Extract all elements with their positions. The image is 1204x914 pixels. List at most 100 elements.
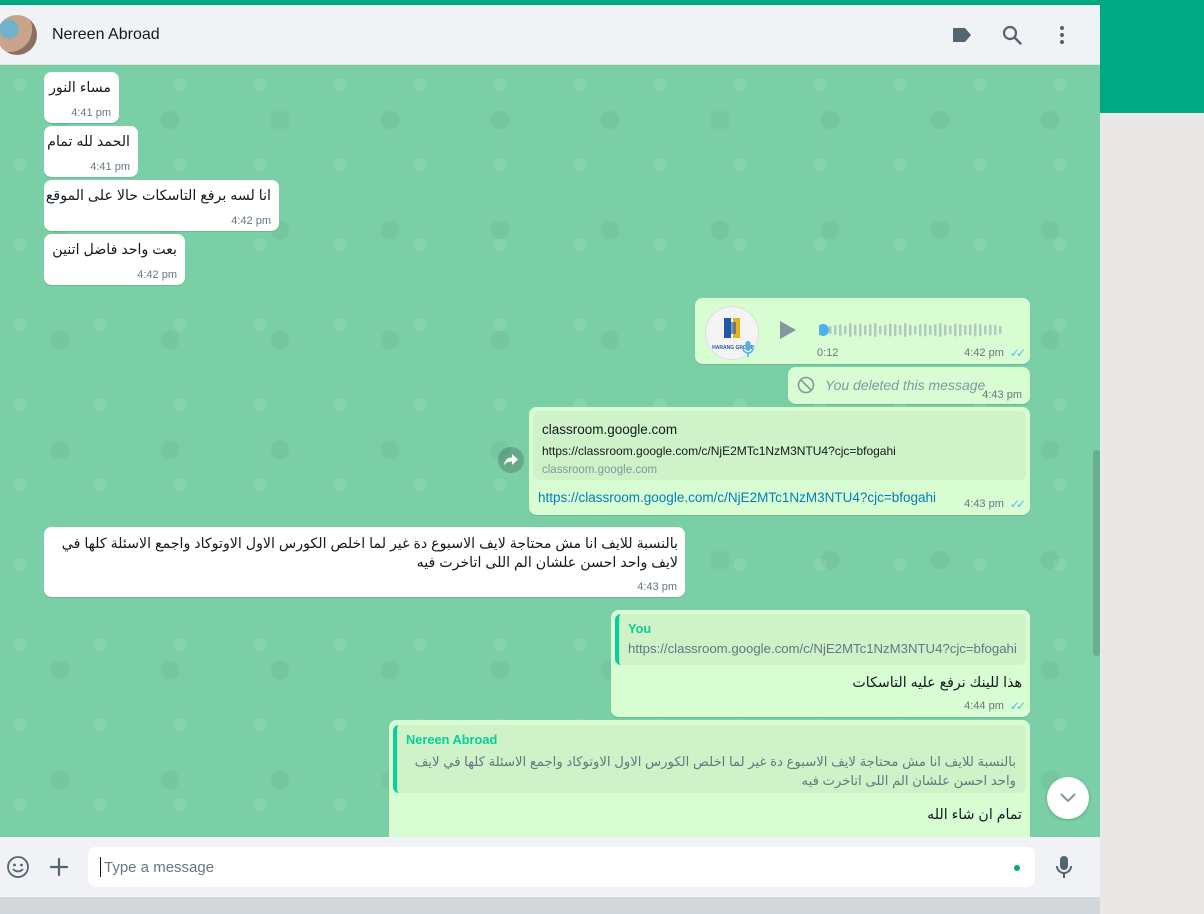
- reply-message[interactable]: You https://classroom.google.com/c/NjE2M…: [611, 610, 1030, 717]
- play-button[interactable]: [777, 319, 799, 341]
- chevron-down-icon: [1060, 793, 1076, 803]
- forward-button[interactable]: [498, 447, 524, 473]
- menu-icon[interactable]: [1050, 23, 1074, 47]
- message-text: هذا للينك نرفع عليه التاسكات: [852, 675, 1022, 691]
- waveform-bar: [929, 325, 932, 335]
- message-incoming[interactable]: انا لسه برفع التاسكات حالا على الموقع 4:…: [44, 180, 279, 231]
- quoted-message[interactable]: Nereen Abroad بالنسبة للايف انا مش محتاج…: [393, 725, 1026, 793]
- message-incoming[interactable]: الحمد لله تمام 4:41 pm: [44, 126, 138, 177]
- waveform-bar: [874, 323, 877, 337]
- header-actions: [950, 5, 1074, 65]
- message-status: 4:42 pm ✓✓: [964, 346, 1026, 360]
- message-text: بالنسبة للايف انا مش محتاجة لايف الاسبوع…: [61, 536, 678, 571]
- scroll-down-button[interactable]: [1047, 777, 1089, 819]
- waveform-bar: [974, 323, 977, 337]
- link-preview-url: https://classroom.google.com/c/NjE2MTc1N…: [542, 444, 896, 458]
- message-list[interactable]: مساء النور 4:41 pm الحمد لله تمام 4:41 p…: [0, 65, 1100, 837]
- waveform-bar: [864, 325, 867, 335]
- message-time: 4:42 pm: [137, 269, 177, 281]
- chat-header[interactable]: Nereen Abroad: [0, 5, 1100, 65]
- waveform-bar: [829, 326, 832, 334]
- message-status: 4:44 pm ✓✓: [964, 699, 1026, 713]
- background-accent: [1100, 0, 1204, 113]
- waveform-bar: [909, 324, 912, 336]
- waveform-bar: [979, 324, 982, 336]
- forward-icon: [504, 454, 518, 466]
- message-text: الحمد لله تمام: [47, 134, 130, 150]
- voice-waveform[interactable]: [817, 322, 1009, 338]
- scrollbar[interactable]: [1093, 450, 1100, 656]
- deleted-icon: [797, 376, 815, 394]
- attach-button[interactable]: [47, 855, 71, 879]
- message-time: 4:44 pm: [964, 700, 1004, 712]
- waveform-bar: [954, 323, 957, 337]
- link-preview[interactable]: classroom.google.com https://classroom.g…: [533, 411, 1026, 480]
- link-message[interactable]: classroom.google.com https://classroom.g…: [529, 407, 1030, 515]
- message-time: 4:41 pm: [90, 161, 130, 173]
- waveform-bar: [889, 323, 892, 337]
- waveform-bar: [839, 324, 842, 336]
- waveform-bar: [894, 324, 897, 336]
- voice-message[interactable]: HARANG GROUP 0:12 4:42 pm ✓✓: [695, 298, 1030, 364]
- waveform-bar: [849, 323, 852, 337]
- waveform-bar: [854, 324, 857, 336]
- waveform-bar: [939, 323, 942, 337]
- waveform-bar: [964, 325, 967, 335]
- deleted-text: You deleted this message: [825, 377, 986, 393]
- message-time: 4:43 pm: [964, 498, 1004, 510]
- message-input[interactable]: [88, 847, 1035, 887]
- composer: [0, 837, 1100, 897]
- message-incoming[interactable]: بعت واحد فاضل اتنين 4:42 pm: [44, 234, 185, 285]
- message-time: 4:42 pm: [964, 347, 1004, 359]
- status-dot: [1014, 865, 1020, 871]
- waveform-bar: [919, 324, 922, 336]
- waveform-bar: [969, 324, 972, 336]
- message-incoming[interactable]: مساء النور 4:41 pm: [44, 72, 119, 123]
- waveform-bar: [949, 325, 952, 335]
- quoted-message[interactable]: You https://classroom.google.com/c/NjE2M…: [615, 614, 1026, 665]
- message-incoming[interactable]: بالنسبة للايف انا مش محتاجة لايف الاسبوع…: [44, 527, 685, 597]
- voice-record-button[interactable]: [1052, 855, 1076, 879]
- waveform-bar: [899, 325, 902, 335]
- waveform-bar: [989, 324, 992, 336]
- message-time: 4:42 pm: [231, 215, 271, 227]
- message-text: تمام ان شاء الله: [927, 807, 1022, 823]
- bottom-bar: [0, 897, 1100, 914]
- waveform-bar: [904, 323, 907, 337]
- quoted-text: بالنسبة للايف انا مش محتاجة لايف الاسبوع…: [414, 754, 1016, 788]
- play-icon: [780, 321, 796, 339]
- waveform-bar: [914, 325, 917, 335]
- attach-icon: [49, 857, 69, 877]
- waveform-bar: [994, 325, 997, 335]
- label-icon[interactable]: [950, 23, 974, 47]
- message-text: انا لسه برفع التاسكات حالا على الموقع: [45, 188, 271, 204]
- waveform-bar: [999, 326, 1002, 334]
- text-caret: [100, 857, 101, 877]
- waveform-bar: [869, 324, 872, 336]
- avatar[interactable]: [0, 14, 37, 55]
- message-link[interactable]: https://classroom.google.com/c/NjE2MTc1N…: [538, 490, 936, 505]
- waveform-bar: [879, 325, 882, 335]
- read-ticks-icon: ✓✓: [1009, 497, 1026, 511]
- emoji-button[interactable]: [6, 855, 30, 879]
- waveform-bar: [959, 324, 962, 336]
- waveform-bar: [859, 323, 862, 337]
- voice-sender-avatar: HARANG GROUP: [705, 306, 759, 360]
- contact-name[interactable]: Nereen Abroad: [52, 26, 160, 44]
- waveform-bar: [984, 325, 987, 335]
- waveform-bar: [834, 325, 837, 335]
- waveform-bar: [884, 324, 887, 336]
- message-time: 4:41 pm: [71, 107, 111, 119]
- mic-icon: [1056, 856, 1072, 878]
- search-icon[interactable]: [1000, 23, 1024, 47]
- message-time: 4:43 pm: [982, 389, 1022, 401]
- background-panel: [1100, 113, 1204, 914]
- deleted-message[interactable]: You deleted this message 4:43 pm: [788, 367, 1030, 404]
- read-ticks-icon: ✓✓: [1009, 699, 1026, 713]
- link-preview-domain: classroom.google.com: [542, 464, 658, 476]
- quoted-text: https://classroom.google.com/c/NjE2MTc1N…: [628, 641, 1017, 656]
- link-preview-title: classroom.google.com: [542, 422, 678, 437]
- waveform-bar: [934, 324, 937, 336]
- reply-message[interactable]: Nereen Abroad بالنسبة للايف انا مش محتاج…: [389, 720, 1030, 837]
- playback-knob[interactable]: [817, 324, 829, 336]
